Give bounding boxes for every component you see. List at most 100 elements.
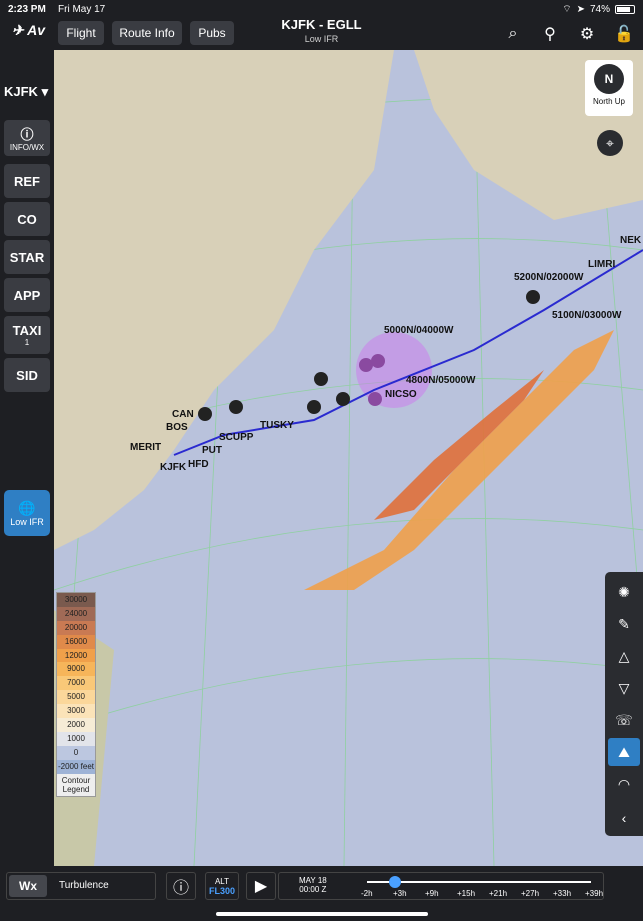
airport-code: KJFK — [4, 84, 38, 99]
north-up-button[interactable]: N North Up — [585, 60, 633, 116]
wx-panel: Wx Turbulence — [6, 872, 156, 900]
sidebar: KJFK ▾ ⓘ INFO/WX REF CO STAR APP TAXI 1 SI… — [0, 50, 54, 866]
sun-icon[interactable]: ✺ — [608, 578, 640, 606]
timeline-tick: -2h — [361, 889, 373, 898]
tab-route-info[interactable]: Route Info — [112, 21, 182, 45]
altitude-button[interactable]: ALT FL300 — [205, 872, 239, 900]
contour-legend: 30000 24000 2000 0 16000 12000 9000 7000 5000 300… — [56, 592, 96, 797]
taxi-button[interactable]: TAXI 1 — [4, 316, 50, 354]
land-north-america — [54, 50, 394, 550]
gear-icon[interactable]: ⚙ — [577, 24, 597, 44]
timeline-handle[interactable] — [389, 876, 401, 888]
airport-selector[interactable]: KJFK ▾ — [4, 84, 48, 100]
waypoint-label: PUT — [202, 445, 222, 456]
coord-label: 4800N/05000W — [406, 375, 476, 386]
plane-icon: ✈ — [12, 22, 24, 38]
taxi-badge: 1 — [24, 338, 30, 347]
wifi-icon: ⌔ — [562, 4, 572, 15]
legend-cell: -2000 feet — [57, 759, 95, 774]
time-readout: MAY 18 00:00 Z — [299, 876, 327, 894]
chevron-left-icon[interactable]: ‹ — [608, 804, 640, 832]
dome-icon[interactable]: ◠ — [608, 770, 640, 798]
wx-layer-label: Turbulence — [59, 880, 109, 891]
pencil-icon[interactable]: ✎ — [608, 610, 640, 638]
battery-icon — [615, 5, 635, 14]
timeline-tick: +21h — [489, 889, 508, 898]
home-indicator — [216, 912, 428, 916]
wx-button[interactable]: Wx — [9, 875, 47, 897]
info-wx-label: INFO/WX — [9, 143, 45, 152]
waypoint-label: TUSKY — [260, 420, 294, 431]
route-icon[interactable]: ▽ — [608, 674, 640, 702]
sid-button[interactable]: SID — [4, 358, 50, 392]
battery-percent: 74% — [589, 4, 610, 15]
map-canvas: BOS CAN MERIT PUT HFD SCUPP TUSKY NICSO … — [54, 50, 643, 866]
play-icon[interactable]: ▶ — [246, 872, 276, 900]
app-root: 2:23 PM Fri May 17 ⌔ ➤ 74% ✈ Av Flight R… — [0, 0, 643, 921]
legend-cell: 1000 — [57, 731, 95, 746]
timeline[interactable]: MAY 18 00:00 Z -2h +3h +9h +15h +21h +27h +33h +… — [278, 872, 604, 900]
crosshair-icon[interactable]: ⌖ — [597, 130, 623, 156]
location-icon: ➤ — [576, 4, 585, 15]
legend-cell: 12000 — [57, 648, 95, 663]
waypoint-label: BOS — [166, 422, 188, 433]
airport-label: KJFK — [160, 462, 187, 473]
alt-value: FL300 — [208, 885, 235, 896]
legend-cell: 2000 — [57, 718, 95, 732]
legend-cell: 9000 — [57, 662, 95, 677]
lock-icon[interactable]: 🔓 — [614, 24, 634, 44]
app-button[interactable]: APP — [4, 278, 50, 312]
timeline-tick: +39h — [585, 889, 604, 898]
status-time: 2:23 PM — [8, 4, 46, 15]
waypoint-label: LIMRI — [588, 259, 615, 270]
ref-button[interactable]: REF — [4, 164, 50, 198]
phone-icon[interactable]: ☏ — [608, 706, 640, 734]
map-view[interactable]: BOS CAN MERIT PUT HFD SCUPP TUSKY NICSO … — [54, 50, 643, 866]
tab-flight[interactable]: Flight — [58, 21, 104, 45]
top-bar: 2:23 PM Fri May 17 ⌔ ➤ 74% ✈ Av Flight R… — [0, 0, 643, 50]
legend-cell: 30000 — [57, 593, 95, 607]
legend-footer: Contour Legend — [57, 773, 95, 796]
tab-pubs[interactable]: Pubs — [190, 21, 234, 45]
legend-cell: 7000 — [57, 676, 95, 691]
terrain-icon[interactable]: ⛰ — [608, 738, 640, 766]
chevron-down-icon: ▾ — [41, 84, 49, 99]
co-button[interactable]: CO — [4, 202, 50, 236]
coord-label: 5000N/04000W — [384, 325, 454, 336]
logo-text: Av — [27, 22, 46, 38]
timeline-tick: +27h — [521, 889, 540, 898]
map-tools: ✺ ✎ △ ▽ ☏ ⛰ ◠ ‹ — [605, 572, 643, 836]
time-date: MAY 18 — [299, 876, 327, 885]
info-wx-button[interactable]: ⓘ INFO/WX — [4, 120, 50, 156]
star-button[interactable]: STAR — [4, 240, 50, 274]
legend-cell: 0 — [57, 745, 95, 760]
compass-label: North Up — [592, 97, 625, 106]
info-icon[interactable]: ⓘ — [166, 872, 196, 900]
legend-cell: 5000 — [57, 690, 95, 705]
app-logo[interactable]: ✈ Av — [12, 22, 45, 39]
waypoint-label: MERIT — [130, 442, 161, 453]
time-value: 00:00 Z — [299, 885, 327, 894]
coord-label: 5100N/03000W — [552, 310, 622, 321]
info-icon: ⓘ — [20, 127, 34, 142]
route-subtitle: Low IFR — [304, 34, 339, 44]
waypoint-label: SCUPP — [219, 432, 254, 443]
taxi-label: TAXI — [12, 323, 42, 338]
timeline-tick: +15h — [457, 889, 476, 898]
compass-icon: N — [594, 64, 624, 94]
layer-label: Low IFR — [10, 516, 44, 527]
waypoint-label: HFD — [188, 459, 209, 470]
satellite-icon[interactable]: ⚲ — [540, 24, 560, 44]
waypoint-label: NICSO — [385, 389, 417, 400]
search-icon[interactable]: ⌕ — [503, 24, 523, 44]
triangle-icon[interactable]: △ — [608, 642, 640, 670]
layer-low-ifr-button[interactable]: 🌐 Low IFR — [4, 490, 50, 536]
legend-cell: 24000 — [57, 606, 95, 621]
timeline-tick: +33h — [553, 889, 572, 898]
route-title: KJFK - EGLL — [281, 17, 362, 32]
status-right: ⌔ ➤ 74% — [562, 3, 635, 16]
legend-cell: 3000 — [57, 704, 95, 719]
legend-cell: 16000 — [57, 634, 95, 649]
timeline-tick: +3h — [393, 889, 407, 898]
waypoint-label: CAN — [172, 409, 194, 420]
